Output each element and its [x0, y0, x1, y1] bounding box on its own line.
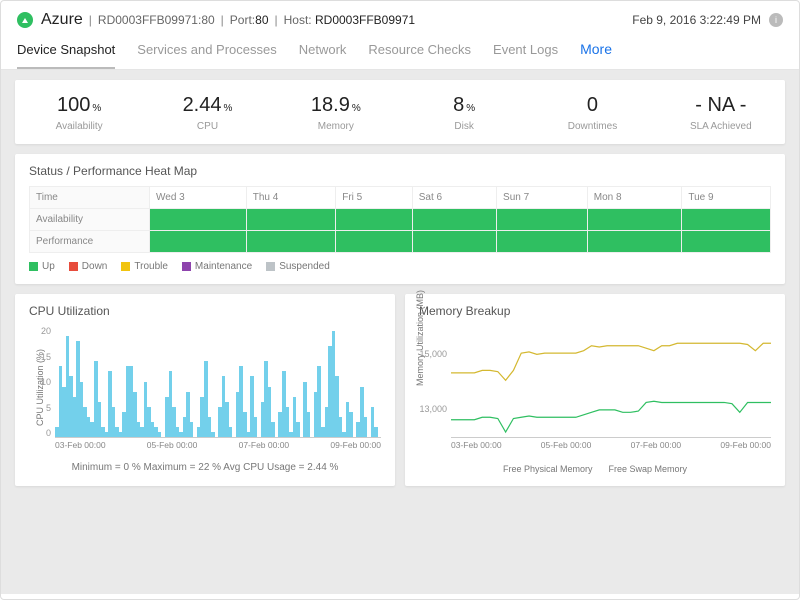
- memory-legend: Free Physical MemoryFree Swap Memory: [419, 464, 771, 474]
- timestamp: Feb 9, 2016 3:22:49 PM: [632, 13, 761, 27]
- tab-device-snapshot[interactable]: Device Snapshot: [17, 36, 115, 69]
- kpi-memory: 18.9% Memory: [272, 94, 400, 132]
- info-icon[interactable]: i: [769, 13, 783, 27]
- kpi-cpu: 2.44% CPU: [143, 94, 271, 132]
- device-name: Azure: [41, 11, 83, 29]
- cpu-yticks: 20151050: [33, 326, 51, 438]
- host-value: RD0003FFB09971: [315, 13, 415, 27]
- content-area: 100% Availability 2.44% CPU 18.9% Memory…: [1, 70, 799, 594]
- tab-services[interactable]: Services and Processes: [137, 36, 276, 69]
- status-up-icon: [17, 12, 33, 28]
- page-header: Azure | RD0003FFB09971:80 | Port:80 | Ho…: [1, 1, 799, 35]
- tab-resource-checks[interactable]: Resource Checks: [368, 36, 471, 69]
- tabs: Device Snapshot Services and Processes N…: [1, 35, 799, 70]
- tab-more[interactable]: More: [580, 35, 612, 69]
- kpi-panel: 100% Availability 2.44% CPU 18.9% Memory…: [15, 80, 785, 144]
- cpu-chart-title: CPU Utilization: [29, 304, 381, 318]
- kpi-sla: - NA - SLA Achieved: [657, 94, 785, 132]
- memory-yticks: 15,00013,000: [417, 326, 447, 437]
- heatmap-panel: Status / Performance Heat Map Time Wed 3…: [15, 154, 785, 284]
- heatmap-row-performance: Performance: [30, 231, 771, 253]
- kpi-disk: 8% Disk: [400, 94, 528, 132]
- tab-event-logs[interactable]: Event Logs: [493, 36, 558, 69]
- cpu-bars: [55, 326, 381, 438]
- device-id: RD0003FFB09971:80: [98, 13, 215, 27]
- kpi-downtimes: 0 Downtimes: [528, 94, 656, 132]
- port-value: 80: [255, 13, 268, 27]
- tab-network[interactable]: Network: [299, 36, 347, 69]
- cpu-chart-panel: CPU Utilization CPU Utilization (%) 2015…: [15, 294, 395, 486]
- heatmap-title: Status / Performance Heat Map: [29, 164, 771, 178]
- memory-chart-panel: Memory Breakup Memory Utilization (MB) 1…: [405, 294, 785, 486]
- cpu-stats: Minimum = 0 % Maximum = 22 % Avg CPU Usa…: [29, 462, 381, 473]
- heatmap-grid: Time Wed 3 Thu 4 Fri 5 Sat 6 Sun 7 Mon 8…: [29, 186, 771, 253]
- heatmap-row-availability: Availability: [30, 209, 771, 231]
- kpi-availability: 100% Availability: [15, 94, 143, 132]
- memory-chart-title: Memory Breakup: [419, 304, 771, 318]
- title-block: Azure | RD0003FFB09971:80 | Port:80 | Ho…: [41, 11, 632, 29]
- memory-xticks: 03-Feb 00:0005-Feb 00:0007-Feb 00:0009-F…: [451, 440, 771, 450]
- cpu-xticks: 03-Feb 00:0005-Feb 00:0007-Feb 00:0009-F…: [55, 440, 381, 450]
- heatmap-legend: UpDownTroubleMaintenanceSuspended: [29, 261, 771, 272]
